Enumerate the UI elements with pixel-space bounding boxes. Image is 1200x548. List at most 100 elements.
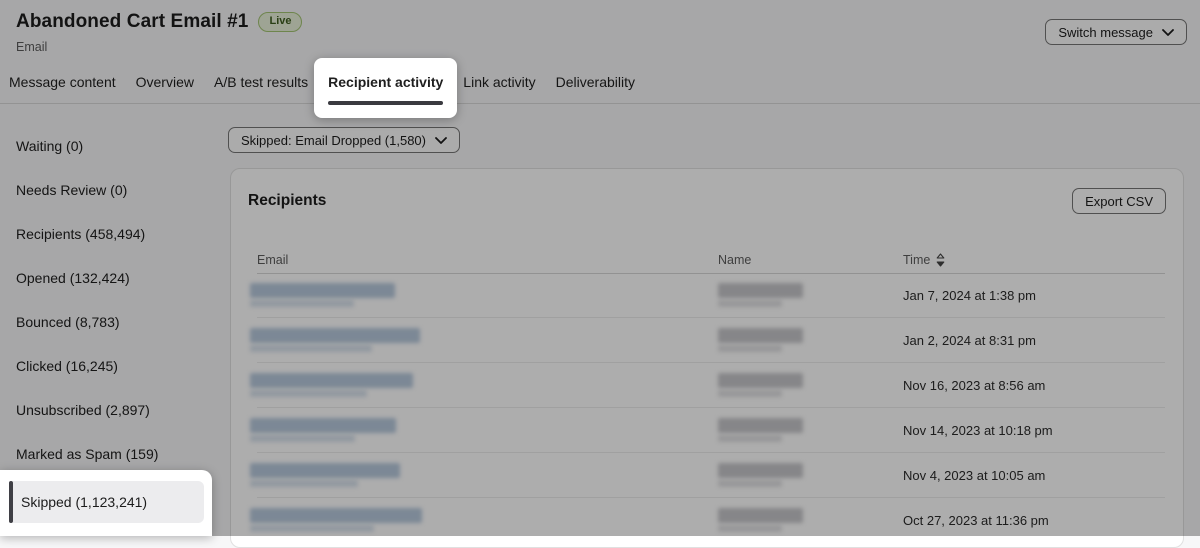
time-cell: Jan 2, 2024 at 8:31 pm xyxy=(903,333,1165,348)
redacted-email-blob-line2 xyxy=(250,300,354,307)
tab-label: Message content xyxy=(9,74,116,90)
email-cell-redacted xyxy=(250,508,718,532)
sidebar-item-bounced[interactable]: Bounced (8,783) xyxy=(0,300,212,344)
sidebar-item-unsubscribed[interactable]: Unsubscribed (2,897) xyxy=(0,388,212,432)
column-label: Email xyxy=(257,253,288,267)
time-cell: Nov 4, 2023 at 10:05 am xyxy=(903,468,1165,483)
tab-message-content[interactable]: Message content xyxy=(9,74,116,91)
redacted-name-blob xyxy=(718,283,803,298)
sidebar-item-waiting[interactable]: Waiting (0) xyxy=(0,124,212,168)
column-header-email[interactable]: Email xyxy=(257,253,718,267)
tab-overview[interactable]: Overview xyxy=(136,74,194,91)
name-cell-redacted xyxy=(718,463,903,487)
column-header-time[interactable]: Time xyxy=(903,253,1165,267)
sidebar-item-label: Bounced (8,783) xyxy=(16,314,120,330)
redacted-email-blob-line2 xyxy=(250,525,374,532)
recipients-panel-title: Recipients xyxy=(248,192,326,210)
table-row[interactable]: Nov 4, 2023 at 10:05 am xyxy=(257,453,1165,498)
sidebar-item-label: Needs Review (0) xyxy=(16,182,127,198)
redacted-name-blob xyxy=(718,508,803,523)
active-tab-underline xyxy=(328,101,443,105)
redacted-name-blob xyxy=(718,328,803,343)
column-label: Time xyxy=(903,253,930,267)
tab-label: Link activity xyxy=(463,74,535,90)
sidebar-item-label: Opened (132,424) xyxy=(16,270,130,286)
skipped-reason-filter-value: Skipped: Email Dropped (1,580) xyxy=(241,133,426,148)
redacted-email-blob-line2 xyxy=(250,345,372,352)
tab-deliverability[interactable]: Deliverability xyxy=(556,74,635,91)
table-row[interactable]: Oct 27, 2023 at 11:36 pm xyxy=(257,498,1165,542)
redacted-name-blob-line2 xyxy=(718,525,782,532)
sidebar-item-label: Marked as Spam (159) xyxy=(16,446,158,462)
time-cell: Nov 16, 2023 at 8:56 am xyxy=(903,378,1165,393)
email-cell-redacted xyxy=(250,328,718,352)
sidebar-item-needs-review[interactable]: Needs Review (0) xyxy=(0,168,212,212)
tab-label: A/B test results xyxy=(214,74,308,90)
redacted-email-blob xyxy=(250,463,400,478)
redacted-email-blob-line2 xyxy=(250,480,358,487)
table-row[interactable]: Jan 2, 2024 at 8:31 pm xyxy=(257,318,1165,363)
chevron-down-icon xyxy=(1162,29,1174,36)
email-cell-redacted xyxy=(250,463,718,487)
tab-a-b-test-results[interactable]: A/B test results xyxy=(214,74,308,91)
redacted-email-blob xyxy=(250,418,396,433)
redacted-name-blob xyxy=(718,418,803,433)
sidebar-item-recipients[interactable]: Recipients (458,494) xyxy=(0,212,212,256)
page-title: Abandoned Cart Email #1 xyxy=(16,11,248,33)
redacted-email-blob-line2 xyxy=(250,435,355,442)
time-cell: Nov 14, 2023 at 10:18 pm xyxy=(903,423,1165,438)
email-cell-redacted xyxy=(250,418,718,442)
tab-recipient-activity[interactable]: Recipient activity xyxy=(314,58,457,118)
redacted-email-blob xyxy=(250,283,395,298)
table-row[interactable]: Nov 16, 2023 at 8:56 am xyxy=(257,363,1165,408)
switch-message-button[interactable]: Switch message xyxy=(1045,19,1187,45)
export-csv-label: Export CSV xyxy=(1085,194,1153,209)
tab-label: Recipient activity xyxy=(328,74,443,90)
redacted-name-blob-line2 xyxy=(718,435,782,442)
column-header-name[interactable]: Name xyxy=(718,253,903,267)
chevron-down-icon xyxy=(435,137,447,144)
redacted-name-blob-line2 xyxy=(718,480,782,487)
redacted-email-blob-line2 xyxy=(250,390,367,397)
name-cell-redacted xyxy=(718,283,903,307)
name-cell-redacted xyxy=(718,373,903,397)
tab-label: Overview xyxy=(136,74,194,90)
name-cell-redacted xyxy=(718,418,903,442)
sidebar-item-opened[interactable]: Opened (132,424) xyxy=(0,256,212,300)
tab-link-activity[interactable]: Link activity xyxy=(463,74,535,91)
email-cell-redacted xyxy=(250,373,718,397)
sidebar-item-label: Clicked (16,245) xyxy=(16,358,118,374)
sidebar-item-label: Unsubscribed (2,897) xyxy=(16,402,150,418)
switch-message-label: Switch message xyxy=(1058,25,1153,40)
redacted-email-blob xyxy=(250,328,420,343)
redacted-email-blob xyxy=(250,508,422,523)
table-row[interactable]: Nov 14, 2023 at 10:18 pm xyxy=(257,408,1165,453)
redacted-name-blob-line2 xyxy=(718,390,782,397)
sort-icon[interactable] xyxy=(936,253,945,267)
table-header-row: Email Name Time xyxy=(257,247,1165,274)
tab-label: Deliverability xyxy=(556,74,635,90)
table-row[interactable]: Jan 7, 2024 at 1:38 pm xyxy=(257,273,1165,318)
sidebar-selected-item: Skipped (1,123,241) xyxy=(13,481,204,523)
skipped-reason-filter-dropdown[interactable]: Skipped: Email Dropped (1,580) xyxy=(228,127,460,153)
recipient-activity-sidebar: Waiting (0) Needs Review (0) Recipients (4… xyxy=(0,124,212,536)
recipients-panel: Recipients Export CSV Email Name Time Jan … xyxy=(230,168,1184,548)
redacted-email-blob xyxy=(250,373,413,388)
name-cell-redacted xyxy=(718,328,903,352)
sidebar-item-label: Recipients (458,494) xyxy=(16,226,145,242)
time-cell: Jan 7, 2024 at 1:38 pm xyxy=(903,288,1165,303)
table-body: Jan 7, 2024 at 1:38 pm Jan 2, 2024 at 8:3… xyxy=(257,273,1165,542)
sidebar-item-label: Skipped (1,123,241) xyxy=(21,494,147,510)
tab-bar-divider xyxy=(0,103,1200,104)
time-cell: Oct 27, 2023 at 11:36 pm xyxy=(903,513,1165,528)
redacted-name-blob xyxy=(718,373,803,388)
column-label: Name xyxy=(718,253,751,267)
status-badge: Live xyxy=(258,12,302,32)
redacted-name-blob-line2 xyxy=(718,300,782,307)
redacted-name-blob-line2 xyxy=(718,345,782,352)
page-header: Abandoned Cart Email #1 Live xyxy=(16,11,302,33)
export-csv-button[interactable]: Export CSV xyxy=(1072,188,1166,214)
sidebar-item-clicked[interactable]: Clicked (16,245) xyxy=(0,344,212,388)
sidebar-item-skipped[interactable]: Skipped (1,123,241) xyxy=(0,470,212,536)
tab-bar: Message content Overview A/B test results R… xyxy=(9,74,635,91)
